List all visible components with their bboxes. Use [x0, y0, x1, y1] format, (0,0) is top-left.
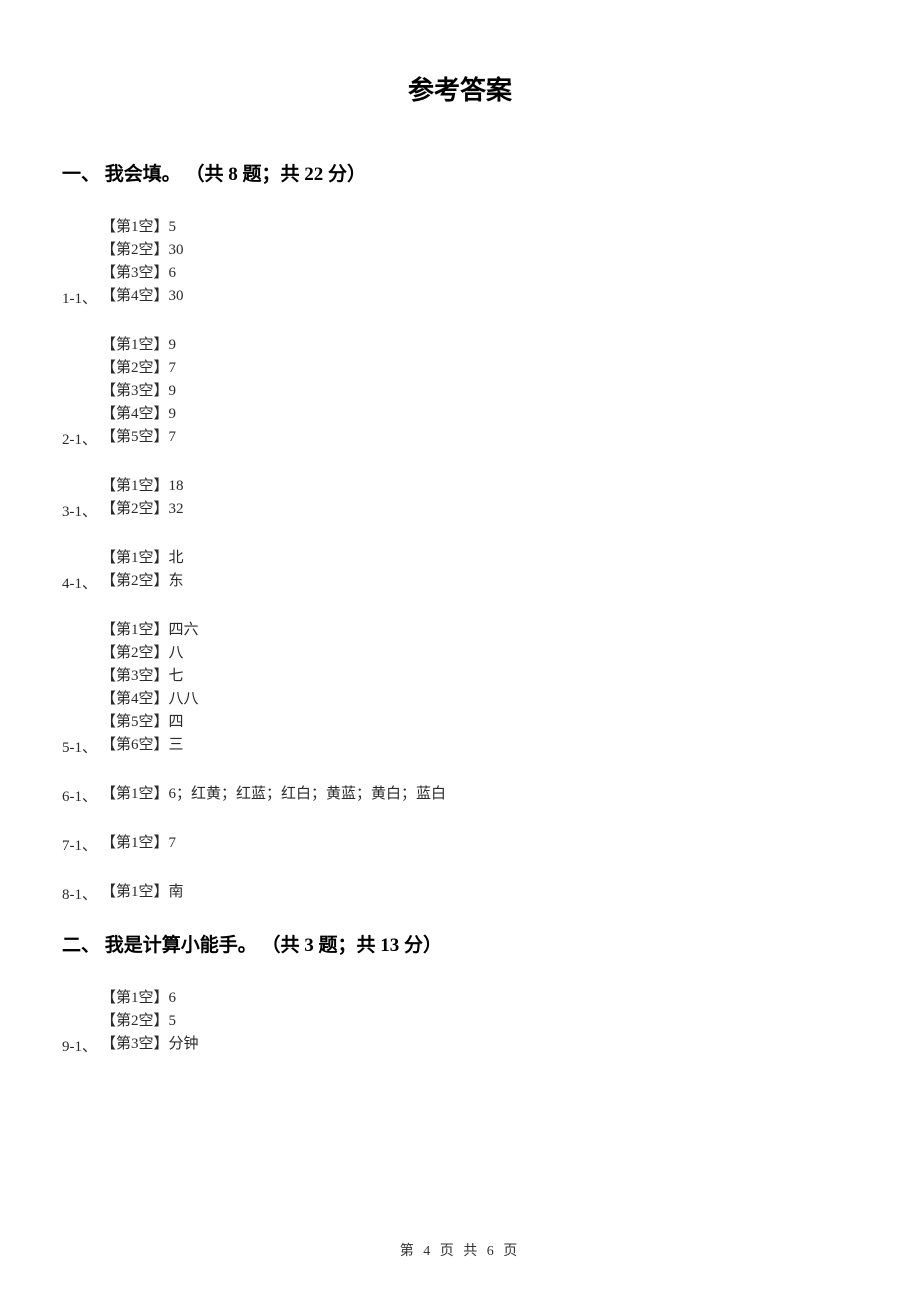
answer-group-9: 【第1空】6 【第2空】5 【第3空】分钟 9-1、: [62, 987, 858, 1056]
answer-group-2: 【第1空】9 【第2空】7 【第3空】9 【第4空】9 【第5空】7 2-1、: [62, 334, 858, 449]
answer-group-6: 【第1空】6；红黄；红蓝；红白；黄蓝；黄白；蓝白 6-1、: [62, 783, 858, 806]
section-1-header: 一、 我会填。 （共 8 题；共 22 分）: [62, 159, 858, 186]
answer-line: 【第3空】七: [62, 665, 858, 688]
answer-group-7: 【第1空】7 7-1、: [62, 832, 858, 855]
page-title: 参考答案: [0, 0, 920, 147]
answer-line: 【第2空】八: [62, 642, 858, 665]
group-label: 1-1、: [62, 287, 97, 308]
answer-group-4: 【第1空】北 【第2空】东 4-1、: [62, 547, 858, 593]
section-2-header: 二、 我是计算小能手。 （共 3 题；共 13 分）: [62, 930, 858, 957]
answer-line: 【第6空】三: [62, 734, 858, 757]
answer-line: 【第3空】9: [62, 380, 858, 403]
group-label: 4-1、: [62, 572, 97, 593]
answer-line: 【第5空】四: [62, 711, 858, 734]
answer-line: 【第1空】北: [62, 547, 858, 570]
answer-line: 【第5空】7: [62, 426, 858, 449]
group-label: 2-1、: [62, 428, 97, 449]
answer-line: 【第2空】7: [62, 357, 858, 380]
answer-group-3: 【第1空】18 【第2空】32 3-1、: [62, 475, 858, 521]
answer-group-1: 【第1空】5 【第2空】30 【第3空】6 【第4空】30 1-1、: [62, 216, 858, 308]
answer-line: 【第1空】6；红黄；红蓝；红白；黄蓝；黄白；蓝白: [62, 783, 858, 806]
group-label: 9-1、: [62, 1035, 97, 1056]
group-label: 7-1、: [62, 834, 97, 855]
answer-line: 【第2空】32: [62, 498, 858, 521]
answer-group-5: 【第1空】四六 【第2空】八 【第3空】七 【第4空】八八 【第5空】四 【第6…: [62, 619, 858, 757]
answer-line: 【第1空】18: [62, 475, 858, 498]
answer-line: 【第1空】6: [62, 987, 858, 1010]
answer-line: 【第2空】5: [62, 1010, 858, 1033]
page-footer: 第 4 页 共 6 页: [0, 1240, 920, 1260]
answer-line: 【第1空】四六: [62, 619, 858, 642]
answer-line: 【第1空】南: [62, 881, 858, 904]
group-label: 5-1、: [62, 736, 97, 757]
group-label: 3-1、: [62, 500, 97, 521]
content-area: 一、 我会填。 （共 8 题；共 22 分） 【第1空】5 【第2空】30 【第…: [0, 159, 920, 1056]
answer-line: 【第3空】6: [62, 262, 858, 285]
answer-line: 【第3空】分钟: [62, 1033, 858, 1056]
answer-line: 【第1空】9: [62, 334, 858, 357]
answer-line: 【第4空】9: [62, 403, 858, 426]
answer-line: 【第1空】7: [62, 832, 858, 855]
answer-line: 【第2空】30: [62, 239, 858, 262]
group-label: 6-1、: [62, 785, 97, 806]
group-label: 8-1、: [62, 883, 97, 904]
answer-line: 【第4空】八八: [62, 688, 858, 711]
answer-line: 【第4空】30: [62, 285, 858, 308]
answer-line: 【第2空】东: [62, 570, 858, 593]
answer-line: 【第1空】5: [62, 216, 858, 239]
answer-group-8: 【第1空】南 8-1、: [62, 881, 858, 904]
